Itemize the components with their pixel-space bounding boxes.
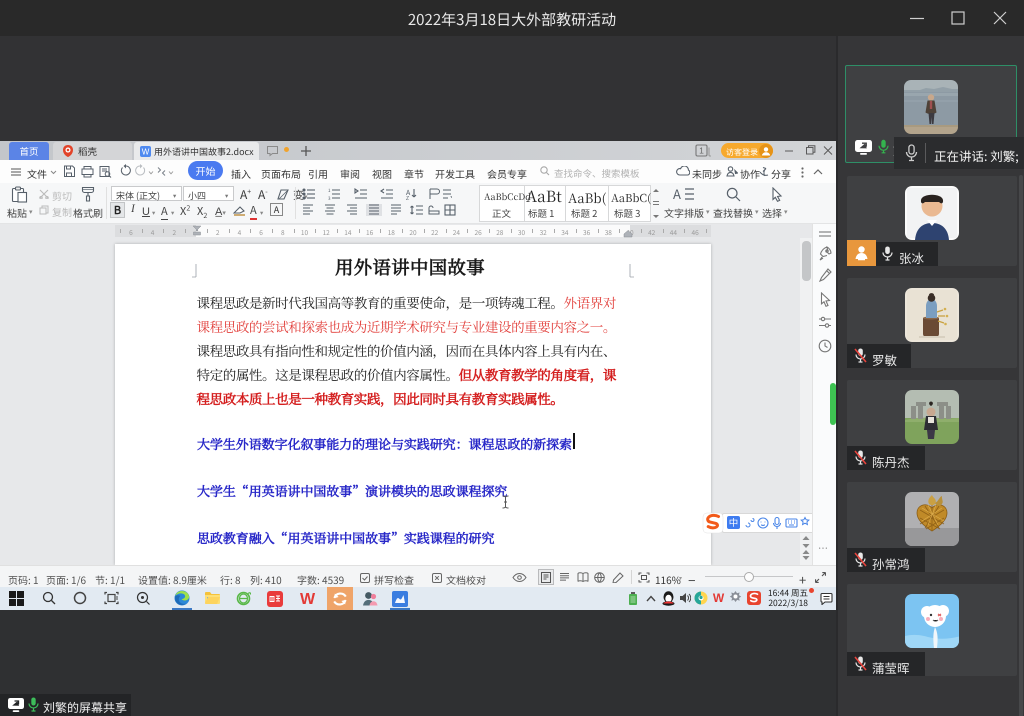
svg-text:W: W — [713, 591, 725, 604]
svg-text:W: W — [142, 147, 150, 156]
svg-text:1: 1 — [699, 146, 704, 156]
svg-text:Z: Z — [406, 195, 409, 200]
svg-text:3: 3 — [328, 196, 331, 200]
svg-text:A: A — [673, 186, 681, 203]
svg-text:1: 1 — [328, 188, 331, 194]
svg-text:W: W — [300, 591, 316, 607]
